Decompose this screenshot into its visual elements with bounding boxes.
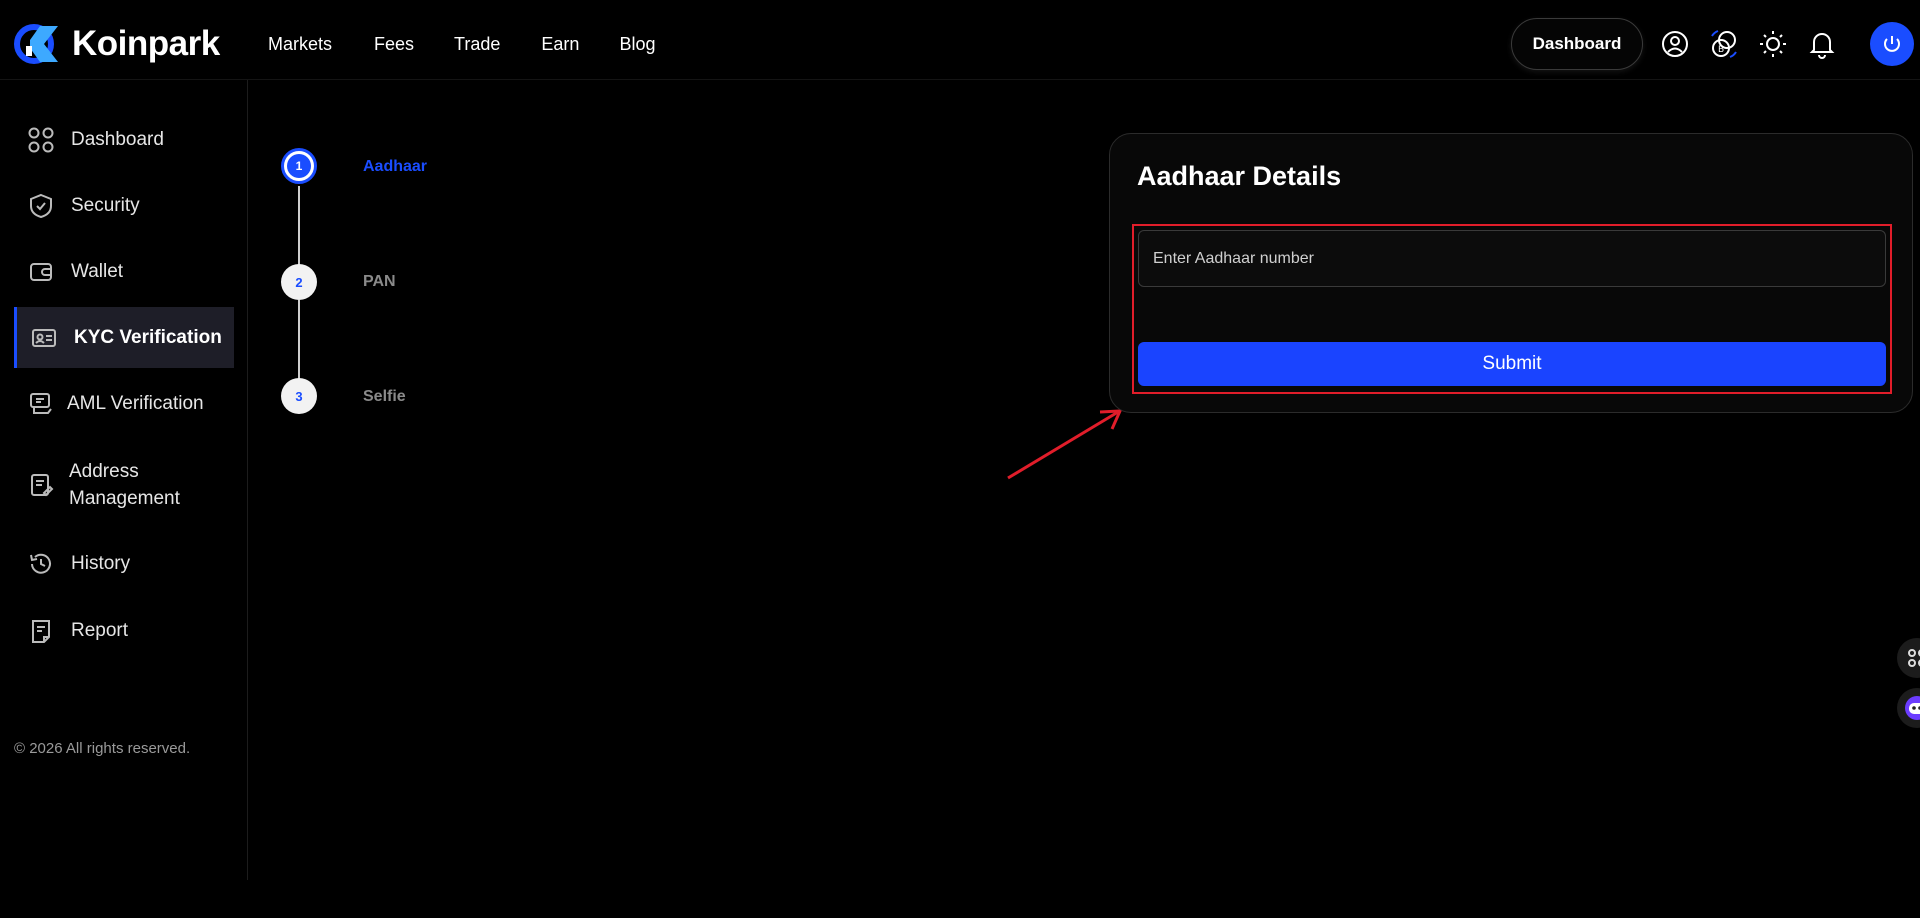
brand-logo[interactable]: Koinpark [14,22,220,66]
step-number: 2 [295,274,303,290]
step-2-indicator[interactable]: 2 [281,264,317,300]
aadhaar-number-input[interactable] [1138,230,1886,287]
aml-icon [27,390,55,418]
sidebar-item-label: Report [71,620,129,641]
shield-icon [27,192,55,220]
sidebar-item-label: Security [71,195,140,216]
sidebar-item-label: History [71,553,131,574]
card-title: Aadhaar Details [1137,161,1342,191]
step-1-indicator[interactable]: 1 [281,148,317,184]
sidebar-item-label: Wallet [71,261,124,282]
sun-icon[interactable] [1757,28,1789,60]
top-header: Koinpark Markets Fees Trade Earn Blog Da… [0,0,1920,80]
user-icon[interactable] [1659,28,1691,60]
wallet-icon [27,258,55,286]
brand-name: Koinpark [72,24,220,63]
floating-apps-button[interactable] [1897,638,1920,678]
sidebar-item-report[interactable]: Report [14,614,234,648]
sidebar-item-security[interactable]: Security [14,189,234,223]
dashboard-button[interactable]: Dashboard [1511,18,1643,70]
coins-icon[interactable]: B [1708,28,1740,60]
stepper-connector [298,186,300,266]
step-label-pan[interactable]: PAN [363,273,396,291]
sidebar-item-kyc-verification[interactable]: KYC Verification [14,307,234,368]
bell-icon[interactable] [1806,28,1838,60]
nav-fees[interactable]: Fees [374,34,414,55]
nav-earn[interactable]: Earn [541,34,579,55]
step-number: 1 [287,154,311,178]
sidebar-item-address-management[interactable]: Address Management [14,456,234,514]
sidebar-item-aml-verification[interactable]: AML Verification [14,387,234,421]
step-3-indicator[interactable]: 3 [281,378,317,414]
svg-text:B: B [1718,45,1724,55]
main-nav: Markets Fees Trade Earn Blog [268,34,695,55]
document-edit-icon [27,471,55,499]
sidebar-item-label: Dashboard [71,129,164,150]
id-card-icon [30,324,58,352]
grid-icon [1908,649,1920,667]
power-icon [1884,36,1900,52]
history-icon [27,550,55,578]
nav-markets[interactable]: Markets [268,34,332,55]
sidebar-item-wallet[interactable]: Wallet [14,255,234,289]
nav-blog[interactable]: Blog [619,34,655,55]
sidebar-item-label: AML Verification [67,393,204,414]
annotation-arrow-icon [1007,409,1123,480]
floating-chat-button[interactable] [1897,688,1920,728]
grid-icon [27,126,55,154]
sidebar-item-dashboard[interactable]: Dashboard [14,123,234,157]
koinpark-logo-icon [14,24,58,64]
step-label-aadhaar[interactable]: Aadhaar [363,158,427,176]
stepper-connector [298,300,300,380]
power-button[interactable] [1870,22,1914,66]
step-label-selfie[interactable]: Selfie [363,388,406,406]
nav-trade[interactable]: Trade [454,34,500,55]
copyright-text: © 2026 All rights reserved. [14,740,191,757]
sidebar-item-label: Address Management [69,461,180,509]
aadhaar-details-card: Aadhaar Details Submit [1109,133,1913,413]
step-number: 3 [295,388,303,404]
sidebar-item-label: KYC Verification [74,326,222,348]
sidebar-item-history[interactable]: History [14,547,234,581]
chatbot-icon [1905,696,1920,720]
report-icon [27,617,55,645]
submit-button[interactable]: Submit [1138,342,1886,386]
sidebar: Dashboard Security Wallet KYC Verificati… [0,80,248,880]
